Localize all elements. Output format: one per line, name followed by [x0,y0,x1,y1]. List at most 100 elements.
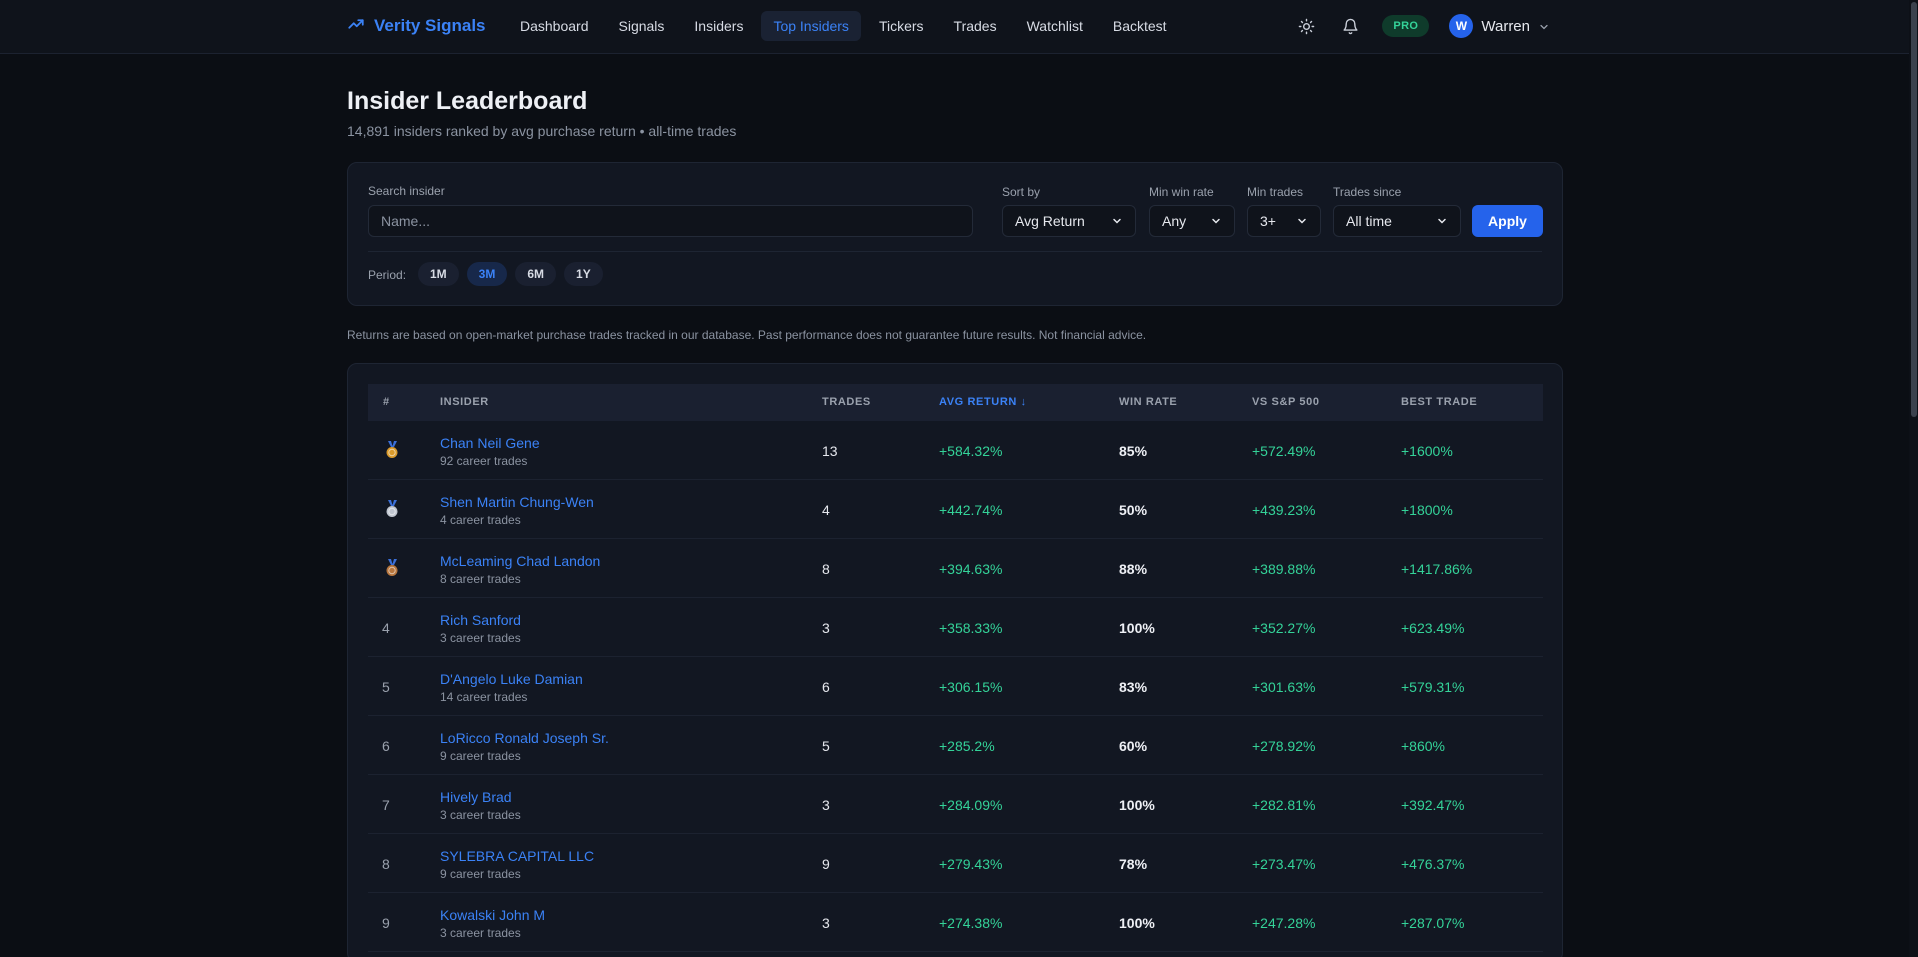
col-trades-header[interactable]: TRADES [822,396,871,408]
career-trades: 4 career trades [440,513,521,527]
trades-count: 8 [822,561,830,577]
nav-item-tickers[interactable]: Tickers [867,11,936,41]
insider-name-link[interactable]: SYLEBRA CAPITAL LLC [440,848,594,864]
avg-return: +358.33% [939,620,1003,636]
divider [368,251,1542,252]
table-row[interactable]: 7 Hively Brad 3 career trades 3 +284.09% 100%… [368,775,1543,834]
col-win-rate-header[interactable]: WIN RATE [1119,396,1177,408]
silver-medal-icon [384,500,400,518]
notifications-bell-icon[interactable] [1338,14,1362,38]
trades-since-select[interactable]: All time [1333,205,1461,237]
leaderboard-table: # INSIDER TRADES AVG RETURN ↓ WIN RATE V… [347,363,1563,957]
search-input[interactable] [368,205,973,237]
filter-panel: Search insider Sort by Avg Return Min wi… [347,162,1563,306]
table-row[interactable]: 6 LoRicco Ronald Joseph Sr. 9 career trade… [368,716,1543,775]
rank-number: 9 [382,915,390,931]
career-trades: 3 career trades [440,926,521,940]
avg-return: +279.43% [939,856,1003,872]
trades-count: 5 [822,738,830,754]
brand-logo[interactable]: Verity Signals [347,14,486,38]
theme-toggle-sun-icon[interactable] [1294,14,1318,38]
chevron-down-icon [1212,218,1220,224]
table-row[interactable]: 8 SYLEBRA CAPITAL LLC 9 career trades 9 +279… [368,834,1543,893]
nav-item-trades[interactable]: Trades [942,11,1009,41]
table-row[interactable]: Chan Neil Gene 92 career trades 13 +584.32%… [368,421,1543,480]
topbar-actions: PRO W Warren [1294,12,1550,40]
user-name: Warren [1481,17,1530,35]
rank-number: 7 [382,797,390,813]
sort-by-select[interactable]: Avg Return [1002,205,1136,237]
apply-button[interactable]: Apply [1472,205,1543,237]
vs-sp500: +352.27% [1252,620,1316,636]
win-rate: 78% [1119,856,1148,872]
period-chip-6m[interactable]: 6M [515,262,557,286]
avg-return: +306.15% [939,679,1003,695]
table-header: # INSIDER TRADES AVG RETURN ↓ WIN RATE V… [368,384,1543,421]
min-win-rate-select[interactable]: Any [1149,205,1235,237]
career-trades: 3 career trades [440,808,521,822]
brand-name: Verity Signals [374,16,486,35]
pro-badge: PRO [1382,15,1430,37]
table-row[interactable]: McLeaming Chad Landon 8 career trades 8 +39… [368,539,1543,598]
col-vs-sp500-header[interactable]: VS S&P 500 [1252,396,1320,408]
period-chip-3m[interactable]: 3M [466,262,508,286]
chevron-down-icon [1298,218,1306,224]
insider-name-link[interactable]: McLeaming Chad Landon [440,553,600,569]
trades-count: 9 [822,856,830,872]
trades-count: 3 [822,620,830,636]
period-chip-1y[interactable]: 1Y [564,262,603,286]
col-insider-header[interactable]: INSIDER [440,396,489,408]
table-row[interactable]: 5 D'Angelo Luke Damian 14 career trades 6 +3… [368,657,1543,716]
best-trade: +860% [1401,738,1445,754]
col-best-trade-header[interactable]: BEST TRADE [1401,396,1477,408]
insider-name-link[interactable]: D'Angelo Luke Damian [440,671,583,687]
avg-return: +584.32% [939,443,1003,459]
nav-item-backtest[interactable]: Backtest [1101,11,1179,41]
win-rate: 100% [1119,915,1155,931]
sort-by-value: Avg Return [1015,213,1085,229]
trades-count: 3 [822,915,830,931]
career-trades: 14 career trades [440,690,528,704]
min-trades-select[interactable]: 3+ [1247,205,1321,237]
win-rate: 60% [1119,738,1148,754]
trades-since-label: Trades since [1333,185,1402,199]
scrollbar-thumb[interactable] [1911,2,1917,417]
best-trade: +1800% [1401,502,1453,518]
user-menu[interactable]: W Warren [1449,14,1550,38]
period-selector: 1M 3M 6M 1Y [418,262,603,286]
career-trades: 9 career trades [440,749,521,763]
nav-item-signals[interactable]: Signals [607,11,677,41]
insider-name-link[interactable]: Rich Sanford [440,612,521,628]
nav-item-dashboard[interactable]: Dashboard [508,11,601,41]
win-rate: 100% [1119,620,1155,636]
min-win-rate-label: Min win rate [1149,185,1214,199]
insider-name-link[interactable]: Hively Brad [440,789,512,805]
best-trade: +623.49% [1401,620,1465,636]
career-trades: 92 career trades [440,454,528,468]
avg-return: +394.63% [939,561,1003,577]
nav-item-top-insiders[interactable]: Top Insiders [761,11,861,41]
table-row[interactable]: 4 Rich Sanford 3 career trades 3 +358.33% 100… [368,598,1543,657]
col-avg-return-header[interactable]: AVG RETURN ↓ [939,396,1027,408]
rank-number: 5 [382,679,390,695]
win-rate: 88% [1119,561,1148,577]
table-row[interactable]: Shen Martin Chung-Wen 4 career trades 4 +44… [368,480,1543,539]
avg-return: +285.2% [939,738,995,754]
nav-item-insiders[interactable]: Insiders [682,11,755,41]
avatar: W [1449,14,1474,38]
min-trades-value: 3+ [1260,213,1276,229]
main-nav: Dashboard Signals Insiders Top Insiders Tick… [508,11,1179,41]
insider-name-link[interactable]: Shen Martin Chung-Wen [440,494,594,510]
vs-sp500: +301.63% [1252,679,1316,695]
career-trades: 9 career trades [440,867,521,881]
insider-name-link[interactable]: Kowalski John M [440,907,545,923]
nav-item-watchlist[interactable]: Watchlist [1015,11,1095,41]
chevron-down-icon [1438,218,1446,224]
vs-sp500: +282.81% [1252,797,1316,813]
trades-count: 6 [822,679,830,695]
table-row[interactable]: 9 Kowalski John M 3 career trades 3 +274.38%… [368,893,1543,952]
insider-name-link[interactable]: LoRicco Ronald Joseph Sr. [440,730,609,746]
period-chip-1m[interactable]: 1M [418,262,459,286]
insider-name-link[interactable]: Chan Neil Gene [440,435,540,451]
career-trades: 3 career trades [440,631,521,645]
